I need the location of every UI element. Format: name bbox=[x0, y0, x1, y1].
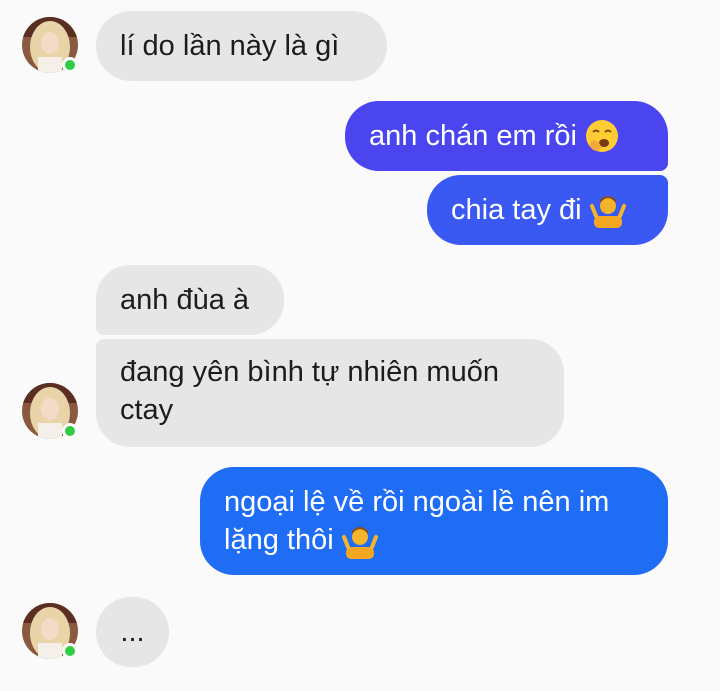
message-bubble-incoming[interactable]: anh đùa à bbox=[96, 265, 284, 335]
chat-thread: lí do lần này là gì anh chán em rồi chia… bbox=[0, 0, 720, 691]
message-text: ... bbox=[120, 616, 145, 648]
message-bubble-incoming[interactable]: lí do lần này là gì bbox=[96, 11, 387, 81]
message-bubble-outgoing[interactable]: chia tay đi bbox=[427, 175, 668, 245]
message-text: ngoại lệ về rồi ngoài lề nên im lặng thô… bbox=[224, 483, 644, 560]
message-bubble-incoming[interactable]: đang yên bình tự nhiên muốn ctay bbox=[96, 339, 564, 447]
message-bubble-incoming[interactable]: ... bbox=[96, 597, 169, 667]
message-bubble-outgoing[interactable]: ngoại lệ về rồi ngoài lề nên im lặng thô… bbox=[200, 467, 668, 575]
contact-avatar[interactable] bbox=[22, 603, 78, 659]
yawning-face-icon bbox=[585, 119, 619, 153]
contact-avatar[interactable] bbox=[22, 17, 78, 73]
online-indicator bbox=[62, 643, 78, 659]
message-text: lí do lần này là gì bbox=[120, 30, 340, 62]
message-text: đang yên bình tự nhiên muốn ctay bbox=[120, 356, 499, 426]
person-shrugging-icon bbox=[589, 192, 626, 228]
contact-avatar[interactable] bbox=[22, 383, 78, 439]
online-indicator bbox=[62, 57, 78, 73]
message-bubble-outgoing[interactable]: anh chán em rồi bbox=[345, 101, 668, 171]
message-text: chia tay đi bbox=[451, 194, 582, 226]
person-shrugging-icon bbox=[341, 523, 378, 560]
online-indicator bbox=[62, 423, 78, 439]
message-text: anh chán em rồi bbox=[369, 120, 577, 152]
message-text: anh đùa à bbox=[120, 284, 250, 316]
